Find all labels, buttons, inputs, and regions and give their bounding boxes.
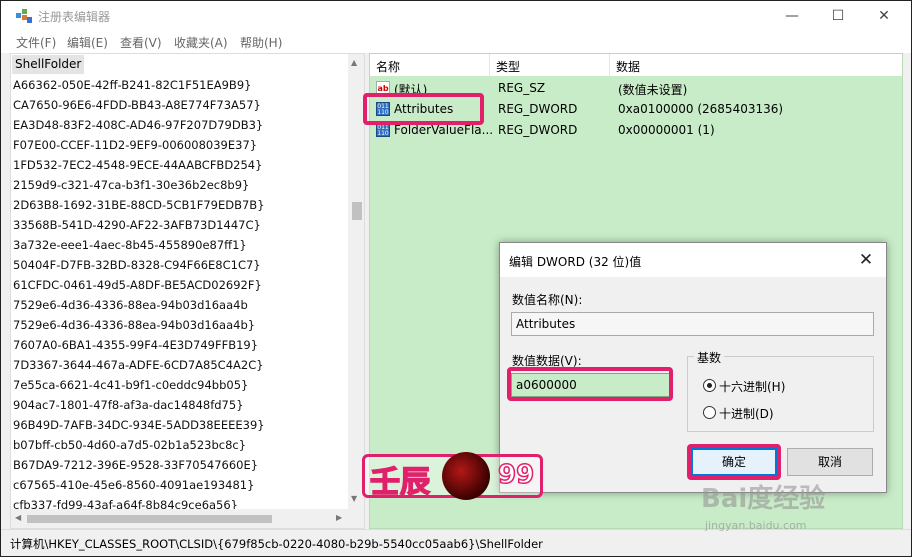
value-name-field[interactable]: Attributes	[511, 312, 874, 336]
tree-key-item[interactable]: b07bff-cb50-4d60-a7d5-02b1a523bc8c}	[13, 438, 246, 458]
tree-vertical-scrollbar[interactable]: ▲ ▼	[348, 54, 364, 509]
radio-selected-dot	[707, 383, 712, 388]
baidu-watermark-url: jingyan.baidu.com	[705, 519, 807, 532]
regedit-app-icon	[16, 9, 32, 23]
tree-key-item[interactable]: 7529e6-4d36-4336-88ea-94b03d16aa4b}	[13, 318, 255, 338]
scroll-down-icon[interactable]: ▼	[351, 494, 357, 503]
tree-key-item[interactable]: 2159d9-c321-47ca-b3f1-30e36b2ec8b9}	[13, 178, 249, 198]
key-tree-pane[interactable]: ShellFolder A66362-050E-42ff-B241-82C1F5…	[10, 53, 365, 529]
value-data: (数值未设置)	[618, 83, 688, 97]
tree-horizontal-scrollbar[interactable]: ◀ ▶	[11, 509, 348, 528]
dialog-title: 编辑 DWORD (32 位)值	[509, 255, 642, 269]
window-title: 注册表编辑器	[38, 10, 111, 24]
status-bar: 计算机\HKEY_CLASSES_ROOT\CLSID\{679f85cb-02…	[1, 529, 911, 556]
tree-key-item[interactable]: F07E00-CCEF-11D2-9EF9-006008039E37}	[13, 138, 257, 158]
menu-view[interactable]: 查看(V)	[120, 34, 162, 51]
scroll-up-icon[interactable]: ▲	[351, 58, 357, 67]
tree-key-item[interactable]: 50404F-D7FB-32BD-8328-C94F66E8C1C7}	[13, 258, 261, 278]
tree-key-item[interactable]: 3a732e-eee1-4aec-8b45-455890e87ff1}	[13, 238, 247, 258]
status-path: 计算机\HKEY_CLASSES_ROOT\CLSID\{679f85cb-02…	[10, 537, 543, 551]
tree-hscroll-thumb[interactable]	[27, 515, 272, 523]
edit-dword-dialog: 编辑 DWORD (32 位)值 ✕ 数值名称(N): Attributes 数…	[499, 242, 887, 493]
value-data-input[interactable]: a0600000	[511, 373, 672, 397]
tree-key-item[interactable]: 7607A0-6BA1-4355-99F4-4E3D749FFB19}	[13, 338, 258, 358]
value-data: 0x00000001 (1)	[618, 123, 715, 137]
tree-key-item[interactable]: 2D63B8-1692-31BE-88CD-5CB1F79EDB7B}	[13, 198, 265, 218]
dword-value-icon: 011 110	[376, 102, 390, 116]
tree-key-item[interactable]: 96B49D-7AFB-34DC-934E-5ADD38EEEE39}	[13, 418, 265, 438]
logo-text-left: 壬辰	[369, 464, 431, 501]
tree-key-item[interactable]: B67DA9-7212-396E-9528-33F70547660E}	[13, 458, 258, 478]
cancel-button[interactable]: 取消	[787, 448, 873, 476]
column-header-type[interactable]: 类型	[490, 54, 610, 76]
value-type: REG_SZ	[498, 81, 546, 95]
string-value-icon: ab	[376, 81, 390, 95]
maximize-button[interactable]: ☐	[815, 1, 861, 31]
radix-dec-label[interactable]: 十进制(D)	[719, 405, 774, 422]
scroll-left-icon[interactable]: ◀	[15, 513, 21, 522]
radix-dec-radio[interactable]	[703, 406, 716, 419]
radix-hex-radio[interactable]	[703, 379, 716, 392]
ok-button[interactable]: 确定	[691, 448, 777, 476]
dword-value-icon: 011 110	[376, 123, 390, 137]
menu-favorites[interactable]: 收藏夹(A)	[174, 34, 228, 51]
value-name: (默认)	[394, 83, 428, 97]
tree-key-item[interactable]: 7529e6-4d36-4336-88ea-94b03d16aa4b	[13, 298, 248, 318]
tree-key-item[interactable]: 1FD532-7EC2-4548-9ECE-44AABCFBD254}	[13, 158, 262, 178]
column-header-data[interactable]: 数据	[610, 54, 902, 76]
title-bar: 注册表编辑器 — ☐ ✕	[1, 1, 911, 31]
value-row[interactable]: 011 110 FolderValueFla... REG_DWORD 0x00000…	[370, 120, 902, 141]
tree-key-item[interactable]: A66362-050E-42ff-B241-82C1F51EA9B9}	[13, 78, 251, 98]
value-data-label: 数值数据(V):	[512, 354, 582, 368]
menu-help[interactable]: 帮助(H)	[240, 34, 282, 51]
scroll-corner	[348, 509, 364, 528]
column-header-name[interactable]: 名称	[370, 54, 490, 76]
value-type: REG_DWORD	[498, 123, 578, 137]
menu-edit[interactable]: 编辑(E)	[67, 34, 108, 51]
registry-editor-window: 注册表编辑器 — ☐ ✕ 文件(F) 编辑(E) 查看(V) 收藏夹(A) 帮助…	[0, 0, 912, 557]
tree-key-item[interactable]: 904ac7-1801-47f8-af3a-dac14848fd75}	[13, 398, 244, 418]
tree-key-item[interactable]: 61CFDC-0461-49d5-A8DF-BE5ACD02692F}	[13, 278, 262, 298]
dialog-title-bar: 编辑 DWORD (32 位)值 ✕	[500, 243, 886, 277]
value-name: Attributes	[394, 102, 454, 116]
tree-key-item[interactable]: CA7650-96E6-4FDD-BB43-A8E774F73A57}	[13, 98, 261, 118]
dragon-emblem-icon	[442, 452, 490, 500]
tree-key-item[interactable]: 7e55ca-6621-4c41-b9f1-c0eddc94bb05}	[13, 378, 248, 398]
dialog-close-button[interactable]: ✕	[854, 248, 878, 272]
tree-key-item[interactable]: EA3D48-83F2-408C-AD46-97F207D79DB3}	[13, 118, 263, 138]
radix-label: 基数	[694, 349, 725, 366]
value-type: REG_DWORD	[498, 102, 578, 116]
tree-key-item[interactable]: 7D3367-3644-467a-ADFE-6CD7A85C4A2C}	[13, 358, 264, 378]
value-name: FolderValueFla...	[394, 123, 494, 137]
value-name-label: 数值名称(N):	[512, 293, 583, 307]
menu-bar: 文件(F) 编辑(E) 查看(V) 收藏夹(A) 帮助(H)	[1, 31, 911, 53]
close-window-button[interactable]: ✕	[861, 1, 907, 31]
menu-file[interactable]: 文件(F)	[16, 34, 56, 51]
value-data: 0xa0100000 (2685403136)	[618, 102, 784, 116]
minimize-button[interactable]: —	[769, 1, 815, 31]
tree-vscroll-thumb[interactable]	[352, 202, 362, 220]
tree-key-item[interactable]: 33568B-541D-4290-AF22-3AFB73D1447C}	[13, 218, 261, 238]
watermark-logo: 壬辰 99	[362, 452, 543, 501]
value-row[interactable]: ab (默认) REG_SZ (数值未设置)	[370, 78, 902, 99]
value-row[interactable]: 011 110 Attributes REG_DWORD 0xa0100000 (26…	[370, 99, 902, 120]
scroll-right-icon[interactable]: ▶	[336, 513, 342, 522]
tree-selected-key[interactable]: ShellFolder	[12, 55, 85, 74]
logo-text-right: 99	[497, 459, 535, 491]
baidu-watermark: Bai度经验	[701, 484, 826, 514]
tree-key-item[interactable]: c67565-410e-45e6-8560-4091ae193481}	[13, 478, 254, 498]
radix-hex-label[interactable]: 十六进制(H)	[719, 378, 785, 395]
